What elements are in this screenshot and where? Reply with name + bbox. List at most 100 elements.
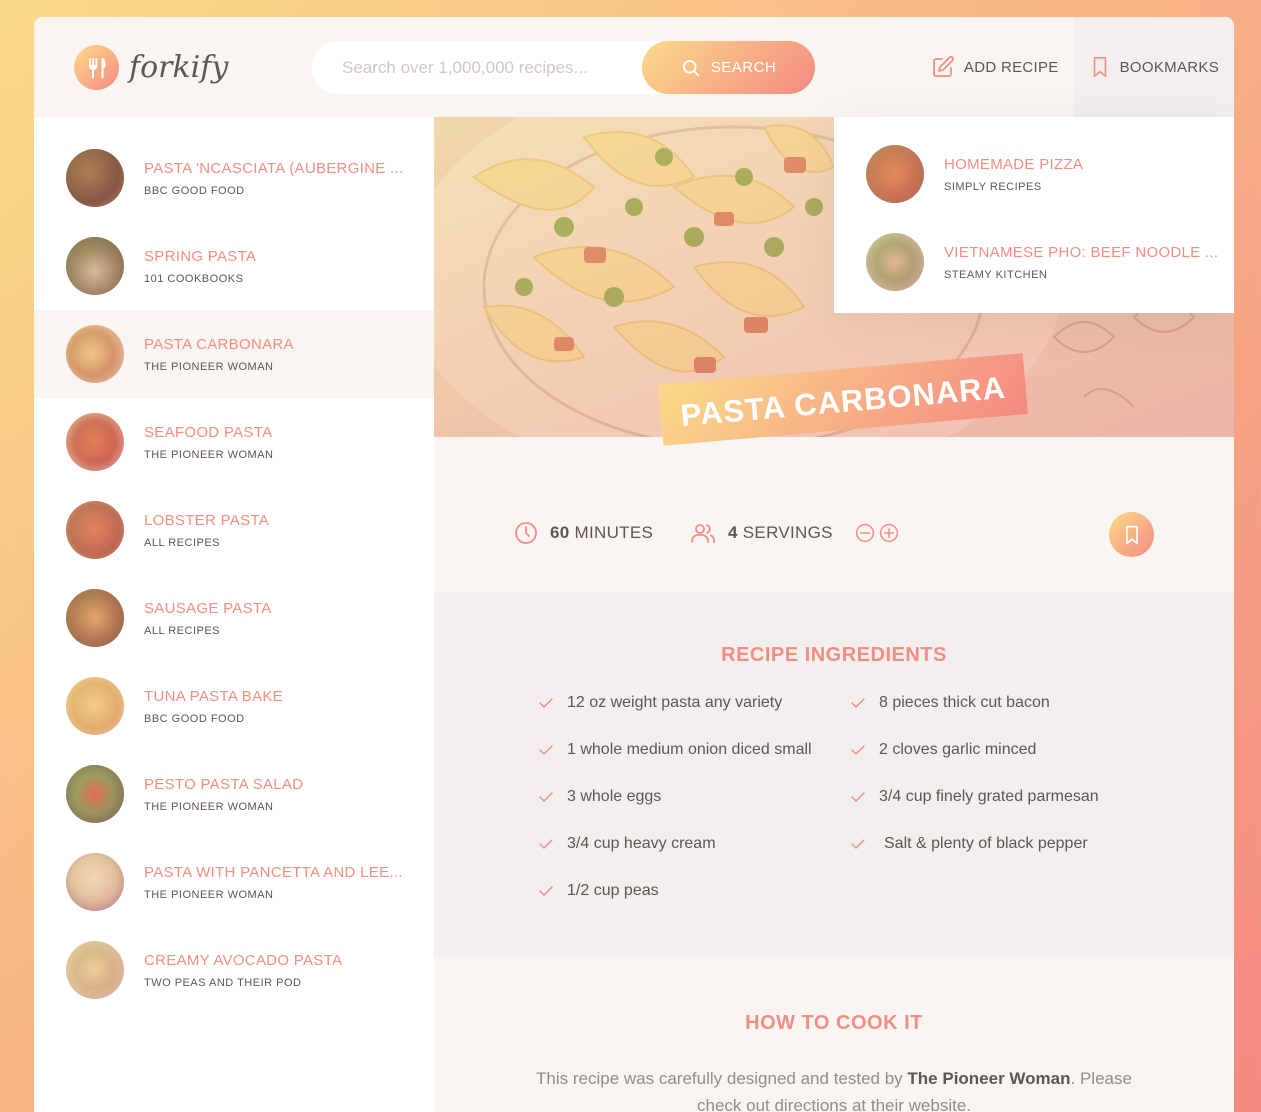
result-publisher: ALL RECIPES <box>144 624 221 637</box>
nav: ADD RECIPE BOOKMARKS <box>916 17 1234 117</box>
result-publisher: THE PIONEER WOMAN <box>144 888 274 901</box>
recipe-thumbnail <box>66 325 124 383</box>
recipe-thumbnail <box>66 149 124 207</box>
ingredient-text: 1 whole medium onion diced small <box>567 740 812 758</box>
ingredient-item: 3/4 cup finely grated parmesan <box>850 786 1158 807</box>
directions-text: This recipe was carefully designed and t… <box>530 1065 1138 1112</box>
bookmark-recipe-button[interactable] <box>1109 512 1154 557</box>
result-publisher: BBC GOOD FOOD <box>144 712 245 725</box>
ingredient-text: 1/2 cup peas <box>567 881 659 899</box>
bookmark-item[interactable]: HOMEMADE PIZZA SIMPLY RECIPES <box>834 130 1234 218</box>
ingredient-item: 8 pieces thick cut bacon <box>850 692 1158 713</box>
bookmark-item[interactable]: VIETNAMESE PHO: BEEF NOODLE ... STEAMY KI… <box>834 218 1234 306</box>
result-title: SPRING PASTA <box>144 247 257 265</box>
check-icon <box>539 885 553 896</box>
result-item[interactable]: SAUSAGE PASTA ALL RECIPES <box>34 574 434 662</box>
recipe-thumbnail <box>866 233 924 291</box>
check-icon <box>851 791 865 802</box>
bookmark-icon <box>1093 57 1106 77</box>
recipe-thumbnail <box>66 853 124 911</box>
edit-icon <box>933 56 954 77</box>
header: forkify SEARCH ADD RECIPE <box>34 17 1234 117</box>
ingredient-item: 12 oz weight pasta any variety <box>538 692 850 713</box>
result-title: PASTA 'NCASCIATA (AUBERGINE ... <box>144 159 404 177</box>
ingredient-item: Salt & plenty of black pepper <box>850 833 1158 854</box>
ingredient-item: 3/4 cup heavy cream <box>538 833 850 854</box>
bookmark-publisher: STEAMY KITCHEN <box>944 268 1048 281</box>
recipe-thumbnail <box>66 677 124 735</box>
bookmark-publisher: SIMPLY RECIPES <box>944 180 1042 193</box>
result-item[interactable]: TUNA PASTA BAKE BBC GOOD FOOD <box>34 662 434 750</box>
ingredient-text: 3 whole eggs <box>567 787 662 805</box>
ingredient-item: 2 cloves garlic minced <box>850 739 1158 760</box>
add-recipe-button[interactable]: ADD RECIPE <box>916 17 1074 117</box>
minutes-value: 60 <box>550 523 570 542</box>
bookmarks-label: BOOKMARKS <box>1119 58 1219 76</box>
check-icon <box>539 791 553 802</box>
result-item[interactable]: SEAFOOD PASTA THE PIONEER WOMAN <box>34 398 434 486</box>
ingredient-text: 3/4 cup finely grated parmesan <box>879 787 1099 805</box>
ingredients-title: RECIPE INGREDIENTS <box>721 644 947 666</box>
result-item[interactable]: SPRING PASTA 101 COOKBOOKS <box>34 222 434 310</box>
search-button[interactable]: SEARCH <box>642 41 815 94</box>
add-recipe-label: ADD RECIPE <box>963 58 1059 76</box>
search-form: SEARCH <box>312 41 815 94</box>
result-item[interactable]: LOBSTER PASTA ALL RECIPES <box>34 486 434 574</box>
minus-circle-icon[interactable] <box>855 523 875 543</box>
search-results: PASTA 'NCASCIATA (AUBERGINE ... BBC GOOD … <box>34 117 434 1112</box>
result-publisher: TWO PEAS AND THEIR POD <box>144 976 302 989</box>
recipe-details: 60 MINUTES 4 SERVINGS <box>434 437 1234 592</box>
check-icon <box>539 838 553 849</box>
check-icon <box>851 697 865 708</box>
bookmark-icon <box>1125 525 1138 544</box>
ingredient-text: 3/4 cup heavy cream <box>567 834 716 852</box>
result-title: PESTO PASTA SALAD <box>144 775 304 793</box>
bookmark-title: VIETNAMESE PHO: BEEF NOODLE ... <box>944 243 1219 261</box>
ingredient-list: 12 oz weight pasta any variety 8 pieces … <box>538 692 1158 901</box>
result-item[interactable]: PASTA WITH PANCETTA AND LEE... THE PIONEE… <box>34 838 434 926</box>
ingredient-text: 2 cloves garlic minced <box>879 740 1037 758</box>
recipe-thumbnail <box>66 413 124 471</box>
result-publisher: ALL RECIPES <box>144 536 221 549</box>
result-item[interactable]: PASTA 'NCASCIATA (AUBERGINE ... BBC GOOD … <box>34 134 434 222</box>
check-icon <box>851 744 865 755</box>
minutes-label: MINUTES <box>574 523 654 542</box>
result-title: CREAMY AVOCADO PASTA <box>144 951 343 969</box>
recipe-thumbnail <box>66 765 124 823</box>
result-title: SEAFOOD PASTA <box>144 423 273 441</box>
servings-value: 4 <box>728 523 738 542</box>
recipe-thumbnail <box>66 237 124 295</box>
result-publisher: THE PIONEER WOMAN <box>144 448 274 461</box>
users-icon <box>691 524 715 543</box>
search-input[interactable] <box>342 57 662 78</box>
result-title: PASTA WITH PANCETTA AND LEE... <box>144 863 403 881</box>
ingredient-text: Salt & plenty of black pepper <box>884 834 1088 852</box>
bookmarks-button[interactable]: BOOKMARKS <box>1073 17 1234 117</box>
result-publisher: THE PIONEER WOMAN <box>144 800 274 813</box>
result-title: PASTA CARBONARA <box>144 335 294 353</box>
logo[interactable]: forkify <box>74 45 228 90</box>
fork-knife-icon <box>74 45 119 90</box>
result-item[interactable]: CREAMY AVOCADO PASTA TWO PEAS AND THEIR P… <box>34 926 434 1014</box>
ingredients-section: RECIPE INGREDIENTS 12 oz weight pasta an… <box>434 592 1234 957</box>
cooking-time: 60 MINUTES <box>514 521 653 545</box>
directions-prefix: This recipe was carefully designed and t… <box>536 1069 908 1088</box>
plus-circle-icon[interactable] <box>879 523 899 543</box>
result-publisher: 101 COOKBOOKS <box>144 272 244 285</box>
directions-publisher: The Pioneer Woman <box>907 1069 1071 1088</box>
app-container: forkify SEARCH ADD RECIPE <box>34 17 1234 1112</box>
ingredient-item: 1 whole medium onion diced small <box>538 739 850 760</box>
result-item-active[interactable]: PASTA CARBONARA THE PIONEER WOMAN <box>34 310 434 398</box>
result-publisher: BBC GOOD FOOD <box>144 184 245 197</box>
result-publisher: THE PIONEER WOMAN <box>144 360 274 373</box>
result-title: SAUSAGE PASTA <box>144 599 272 617</box>
clock-icon <box>515 522 537 544</box>
ingredient-text: 12 oz weight pasta any variety <box>567 693 783 711</box>
recipe-thumbnail <box>66 501 124 559</box>
result-item[interactable]: PESTO PASTA SALAD THE PIONEER WOMAN <box>34 750 434 838</box>
directions-section: HOW TO COOK IT This recipe was carefully… <box>434 957 1234 1112</box>
logo-text: forkify <box>129 50 229 85</box>
servings-label: SERVINGS <box>742 523 833 542</box>
check-icon <box>539 744 553 755</box>
check-icon <box>851 838 865 849</box>
